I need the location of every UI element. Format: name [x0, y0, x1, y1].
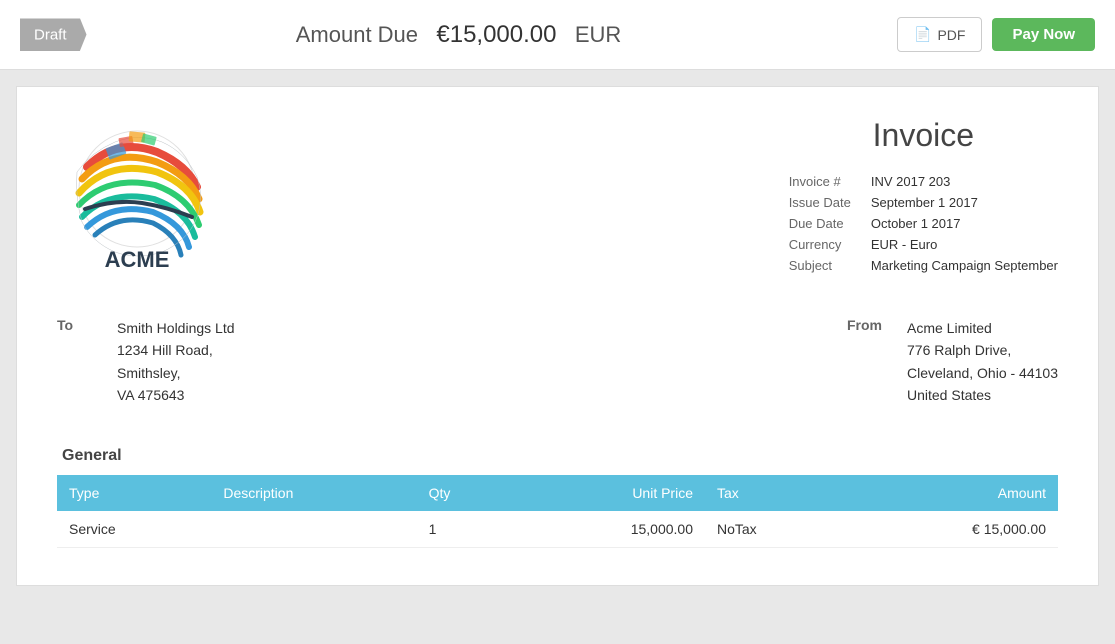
to-address-line2: Smithsley, — [117, 362, 235, 384]
col-type: Type — [57, 475, 211, 511]
draft-badge: Draft — [20, 18, 87, 51]
invoice-table: Type Description Qty Unit Price Tax Amou… — [57, 475, 1058, 548]
to-label: To — [57, 317, 97, 407]
due-date-label: Due Date — [789, 216, 851, 231]
section-title: General — [57, 447, 1058, 465]
row-type: Service — [57, 511, 211, 548]
to-address-content: Smith Holdings Ltd 1234 Hill Road, Smith… — [117, 317, 235, 407]
draft-label: Draft — [34, 26, 67, 43]
currency-label: EUR — [575, 22, 621, 47]
currency-field-value: EUR - Euro — [871, 237, 1058, 252]
top-bar: Draft Amount Due €15,000.00 EUR PDF Pay … — [0, 0, 1115, 70]
subject-value: Marketing Campaign September — [871, 258, 1058, 273]
amount-due-section: Amount Due €15,000.00 EUR — [20, 21, 897, 49]
issue-date-value: September 1 2017 — [871, 195, 1058, 210]
invoice-details: Invoice # INV 2017 203 Issue Date Septem… — [789, 174, 1058, 273]
amount-due-label: Amount Due — [296, 22, 418, 47]
table-header-row: Type Description Qty Unit Price Tax Amou… — [57, 475, 1058, 511]
subject-label: Subject — [789, 258, 851, 273]
from-label: From — [847, 317, 887, 407]
to-name: Smith Holdings Ltd — [117, 317, 235, 339]
currency-field-label: Currency — [789, 237, 851, 252]
to-address-line3: VA 475643 — [117, 384, 235, 406]
from-address-line3: United States — [907, 384, 1058, 406]
from-address-content: Acme Limited 776 Ralph Drive, Cleveland,… — [907, 317, 1058, 407]
col-tax: Tax — [705, 475, 844, 511]
invoice-title-area: Invoice Invoice # INV 2017 203 Issue Dat… — [789, 117, 1058, 273]
amount-value: €15,000.00 — [436, 21, 556, 48]
col-amount: Amount — [844, 475, 1058, 511]
due-date-value: October 1 2017 — [871, 216, 1058, 231]
invoice-container: ACME Invoice Invoice # INV 2017 203 Issu… — [16, 86, 1099, 586]
table-header: Type Description Qty Unit Price Tax Amou… — [57, 475, 1058, 511]
svg-text:ACME: ACME — [105, 247, 170, 272]
addresses-section: To Smith Holdings Ltd 1234 Hill Road, Sm… — [57, 317, 1058, 407]
row-tax: NoTax — [705, 511, 844, 548]
pdf-icon — [914, 26, 931, 43]
logo-area: ACME — [57, 117, 217, 277]
invoice-num-value: INV 2017 203 — [871, 174, 1058, 189]
to-address-block: To Smith Holdings Ltd 1234 Hill Road, Sm… — [57, 317, 235, 407]
acme-logo: ACME — [57, 117, 217, 277]
pay-now-label: Pay Now — [1012, 26, 1075, 43]
from-address-block: From Acme Limited 776 Ralph Drive, Cleve… — [847, 317, 1058, 407]
from-address-line2: Cleveland, Ohio - 44103 — [907, 362, 1058, 384]
invoice-num-label: Invoice # — [789, 174, 851, 189]
pdf-button[interactable]: PDF — [897, 17, 982, 52]
row-amount: € 15,000.00 — [844, 511, 1058, 548]
table-body: Service 1 15,000.00 NoTax € 15,000.00 — [57, 511, 1058, 548]
top-bar-actions: PDF Pay Now — [897, 17, 1095, 52]
invoice-title: Invoice — [789, 117, 1058, 154]
table-row: Service 1 15,000.00 NoTax € 15,000.00 — [57, 511, 1058, 548]
col-unit-price: Unit Price — [517, 475, 705, 511]
issue-date-label: Issue Date — [789, 195, 851, 210]
invoice-header: ACME Invoice Invoice # INV 2017 203 Issu… — [57, 117, 1058, 277]
pdf-label: PDF — [937, 27, 965, 43]
row-unit-price: 15,000.00 — [517, 511, 705, 548]
row-qty: 1 — [417, 511, 517, 548]
to-address-line1: 1234 Hill Road, — [117, 339, 235, 361]
row-description — [211, 511, 416, 548]
col-qty: Qty — [417, 475, 517, 511]
from-address-line1: 776 Ralph Drive, — [907, 339, 1058, 361]
col-description: Description — [211, 475, 416, 511]
pay-now-button[interactable]: Pay Now — [992, 18, 1095, 51]
from-name: Acme Limited — [907, 317, 1058, 339]
